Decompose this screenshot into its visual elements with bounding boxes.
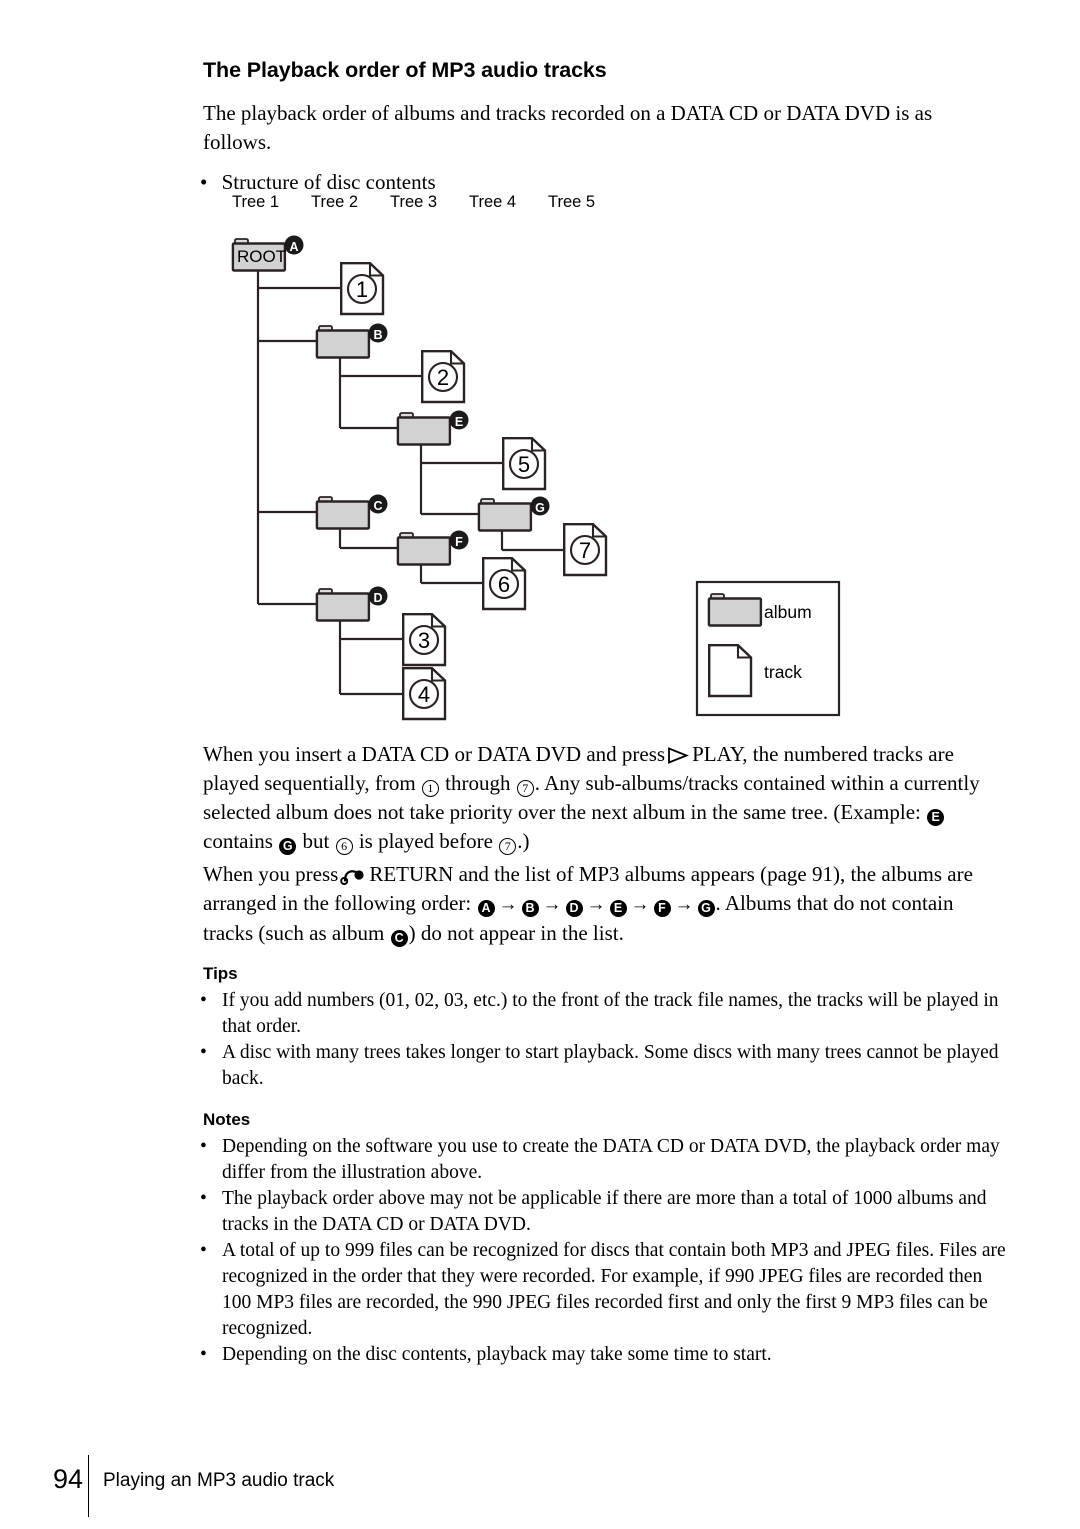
track-7-number: 7 — [579, 538, 591, 563]
circled-number-7: 7 — [516, 780, 534, 797]
p1-text-play: PLAY, the numbered — [692, 742, 868, 766]
p1-text-a: When you insert a DATA CD or DATA DVD an… — [203, 742, 666, 766]
order-arrow-icon: → — [630, 894, 650, 915]
root-folder-label: ROOT — [237, 247, 286, 266]
legend-track-label: track — [764, 662, 802, 682]
document-page: The Playback order of MP3 audio tracks T… — [0, 0, 1080, 1529]
track-node-4: 4 — [402, 667, 447, 721]
album-order-sequence: A → B → D → E → F → G — [477, 891, 716, 917]
tips-item-1: • If you add numbers (01, 02, 03, etc.) … — [200, 988, 1000, 1040]
play-icon — [668, 747, 690, 764]
notes-heading: Notes — [203, 1110, 251, 1129]
album-node-G: G — [477, 496, 550, 532]
order-arrow-icon: → — [542, 894, 562, 915]
bullet-glyph: • — [200, 1188, 207, 1209]
badge-F-letter: F — [455, 535, 463, 549]
badge-G-order: G — [697, 900, 715, 917]
badge-B-order: B — [521, 900, 539, 917]
diagram-legend: album track — [695, 580, 841, 717]
p1-text-i: is played before — [358, 829, 493, 853]
tips-item-2: • A disc with many trees takes longer to… — [200, 1040, 1000, 1092]
footer-divider — [88, 1455, 89, 1517]
badge-E-inline: E — [927, 809, 945, 826]
album-node-F: F — [396, 530, 469, 566]
notes-item-4: • Depending on the disc contents, playba… — [200, 1342, 1000, 1368]
badge-C-letter: C — [373, 499, 382, 513]
p2-text-b: RETURN and the list of MP3 albums appear… — [369, 862, 877, 886]
p1-text-j: .) — [517, 829, 530, 853]
bullet-glyph: • — [200, 1042, 207, 1063]
badge-G-inline: G — [279, 838, 297, 855]
order-arrow-icon: → — [586, 894, 606, 915]
p1-text-g: contains — [203, 829, 273, 853]
p1-text-d: . Any sub-albums/tracks contained — [534, 771, 826, 795]
badge-A-order: A — [477, 900, 495, 917]
badge-A-letter: A — [289, 240, 298, 254]
album-node-C: C — [315, 494, 388, 530]
circled-number-1: 1 — [421, 780, 439, 797]
track-node-1: 1 — [340, 262, 385, 316]
track-node-2: 2 — [421, 350, 466, 404]
notes-item-4-text: Depending on the disc contents, playback… — [222, 1344, 772, 1365]
badge-C-inline: C — [390, 930, 408, 947]
p2-text-a: When you press — [203, 862, 339, 886]
track-node-6: 6 — [482, 557, 527, 611]
track-1-number: 1 — [356, 277, 368, 302]
album-node-A: ROOT A — [231, 235, 304, 272]
tips-heading: Tips — [203, 964, 238, 983]
tips-item-2-text: A disc with many trees takes longer to s… — [222, 1042, 999, 1089]
album-node-D: D — [315, 586, 388, 622]
bullet-glyph: • — [200, 1240, 207, 1261]
legend-album-label: album — [764, 602, 812, 622]
return-icon — [340, 870, 364, 885]
track-6-number: 6 — [498, 572, 510, 597]
badge-D-order: D — [565, 900, 583, 917]
page-number: 94 — [53, 1464, 84, 1494]
playback-paragraph-1: When you insert a DATA CD or DATA DVD an… — [203, 740, 1003, 856]
badge-F-order: F — [653, 900, 671, 917]
badge-G-letter: G — [535, 501, 545, 515]
running-title: Playing an MP3 audio track — [103, 1470, 335, 1491]
bullet-glyph: • — [200, 1136, 207, 1157]
tips-item-1-text: If you add numbers (01, 02, 03, etc.) to… — [222, 990, 999, 1037]
legend-album-icon — [707, 592, 763, 627]
badge-E-order: E — [609, 900, 627, 917]
legend-track-icon — [708, 644, 753, 698]
notes-item-2: • The playback order above may not be ap… — [200, 1186, 1008, 1238]
p1-text-h: but — [302, 829, 330, 853]
circled-number-7-inline: 7 — [499, 838, 517, 855]
track-3-number: 3 — [418, 628, 430, 653]
playback-paragraph-2: When you press RETURN and the list of MP… — [203, 860, 1003, 948]
track-node-3: 3 — [402, 613, 447, 667]
notes-item-1: • Depending on the software you use to c… — [200, 1134, 1000, 1186]
album-node-E: E — [396, 410, 469, 446]
circled-number-6-inline: 6 — [335, 838, 353, 855]
p1-text-c: through — [445, 771, 511, 795]
badge-D-letter: D — [373, 591, 382, 605]
badge-B-letter: B — [373, 328, 382, 342]
notes-item-3-text: A total of up to 999 files can be recogn… — [222, 1240, 1006, 1339]
p2-text-e: ) do not appear in the list. — [408, 921, 624, 945]
album-node-B: B — [315, 323, 388, 359]
notes-item-3: • A total of up to 999 files can be reco… — [200, 1238, 1008, 1342]
order-arrow-icon: → — [498, 894, 518, 915]
notes-item-2-text: The playback order above may not be appl… — [222, 1188, 987, 1235]
disc-structure-diagram: ROOT A 1 B 2 E 5 C G F 7 6 D 3 4 album t… — [231, 235, 841, 721]
bullet-glyph: • — [200, 1344, 207, 1365]
p1-text-f: same tree. (Example: — [743, 800, 921, 824]
track-node-7: 7 — [563, 523, 608, 577]
bullet-glyph: • — [200, 990, 207, 1011]
track-node-5: 5 — [502, 437, 547, 491]
track-5-number: 5 — [518, 452, 530, 477]
track-2-number: 2 — [437, 365, 449, 390]
badge-E-letter: E — [455, 415, 463, 429]
track-4-number: 4 — [418, 682, 430, 707]
order-arrow-icon: → — [674, 894, 694, 915]
notes-item-1-text: Depending on the software you use to cre… — [222, 1136, 1000, 1183]
p2-period: . — [715, 891, 721, 915]
